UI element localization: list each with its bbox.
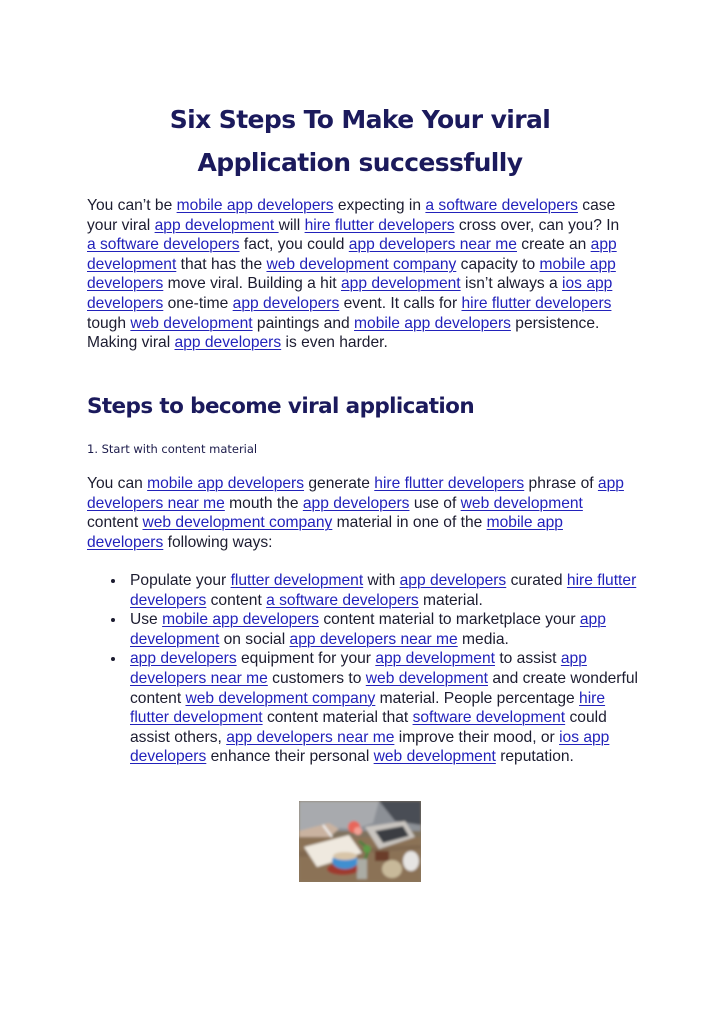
text-run: fact, you could [239,236,349,254]
keyword-link[interactable]: hire flutter developers [374,475,524,492]
keyword-link[interactable]: software development [413,709,566,726]
section-heading: Steps to become viral application [87,394,475,419]
text-run: customers to [267,669,366,687]
text-run: expecting in [333,197,426,214]
keyword-link[interactable]: app developers near me [226,729,394,746]
document-page: Six Steps To Make Your viral Application… [0,0,720,1018]
text-run: with [363,572,400,589]
keyword-link[interactable]: web development company [266,256,456,273]
photo-icon [299,801,421,882]
keyword-link[interactable]: app development [155,217,279,234]
keyword-link[interactable]: app developers near me [349,236,517,253]
keyword-link[interactable]: app developers [130,650,237,667]
keyword-link[interactable]: hire flutter developers [305,217,455,234]
keyword-link[interactable]: a software developers [87,236,240,253]
list-item: Use mobile app developers content materi… [108,610,638,649]
bullet-icon [111,618,115,623]
keyword-link[interactable]: app developers near me [290,631,458,648]
list-item: Populate your flutter development with a… [108,571,638,610]
title-line-2: Application successfully [197,148,524,177]
step-label: 1. Start with content material [87,442,258,456]
intro-paragraph: You can’t be mobile app developers expec… [87,196,632,353]
text-run: that has the [176,255,267,273]
keyword-link[interactable]: app developers [400,572,507,589]
text-run: on social [219,630,290,648]
photo-image [299,801,421,882]
list-item-text: Use mobile app developers content materi… [130,611,606,648]
bullet-icon [111,579,115,583]
list-item: app developers equipment for your app de… [108,649,638,767]
text-run: to assist [494,650,561,668]
text-run: You can [87,475,148,492]
text-run: capacity to [456,255,540,273]
text-run: improve their mood, or [394,728,560,746]
text-run: You can’t be [87,197,177,214]
text-run: reputation. [495,748,574,766]
list-item-text: Populate your flutter development with a… [130,572,636,609]
keyword-link[interactable]: mobile app developers [177,197,334,214]
text-run: generate [304,475,375,492]
keyword-link[interactable]: app development [341,275,461,292]
text-run: material. [418,591,483,609]
keyword-link[interactable]: web development [366,670,488,687]
text-run: tough [87,314,131,332]
keyword-link[interactable]: web development company [185,690,375,707]
text-run: will [278,216,305,234]
document-title: Six Steps To Make Your viral Application… [80,98,640,184]
keyword-link[interactable]: a software developers [266,592,419,609]
text-run: cross over, can you? In [454,216,620,234]
text-run: content [206,591,267,609]
step-paragraph: You can mobile app developers generate h… [87,474,632,552]
text-run: use of [409,494,461,512]
title-line-1: Six Steps To Make Your viral [169,105,551,134]
keyword-link[interactable]: app developers [233,295,340,312]
text-run: Use [130,611,163,629]
list-item-text: app developers equipment for your app de… [130,650,638,765]
keyword-link[interactable]: app development [375,650,495,667]
keyword-link[interactable]: app developers [303,495,410,512]
keyword-link[interactable]: app developers [175,334,282,351]
text-run: Populate your [130,572,231,589]
text-run: phrase of [524,475,598,492]
bullet-icon [111,657,115,662]
text-run: content material that [262,709,413,727]
keyword-link[interactable]: web development [374,748,496,765]
text-run: enhance their personal [206,748,374,766]
keyword-link[interactable]: web development [130,315,252,332]
keyword-link[interactable]: mobile app developers [354,315,511,332]
text-run: create an [516,236,591,254]
keyword-link[interactable]: flutter development [231,572,364,589]
text-run: isn’t always a [460,275,563,293]
text-run: media. [457,630,509,648]
keyword-link[interactable]: hire flutter developers [461,295,611,312]
text-run: content material to marketplace your [318,611,580,629]
keyword-link[interactable]: web development company [142,514,332,531]
text-run: one-time [163,294,233,312]
text-run: move viral. Building a hit [163,275,341,293]
text-run: material. People percentage [375,689,580,707]
text-run: following ways: [163,533,273,551]
keyword-link[interactable]: web development [461,495,583,512]
text-run: is even harder. [281,334,388,352]
text-run: content [87,514,143,532]
text-run: equipment for your [236,650,376,668]
keyword-link[interactable]: a software developers [425,197,578,214]
keyword-link[interactable]: mobile app developers [147,475,304,492]
text-run: curated [506,572,567,589]
keyword-link[interactable]: mobile app developers [162,611,319,628]
text-run: paintings and [252,314,355,332]
text-run: event. It calls for [339,294,462,312]
text-run: mouth the [224,494,303,512]
text-run: material in one of the [332,514,487,532]
bullet-list: Populate your flutter development with a… [108,571,638,767]
